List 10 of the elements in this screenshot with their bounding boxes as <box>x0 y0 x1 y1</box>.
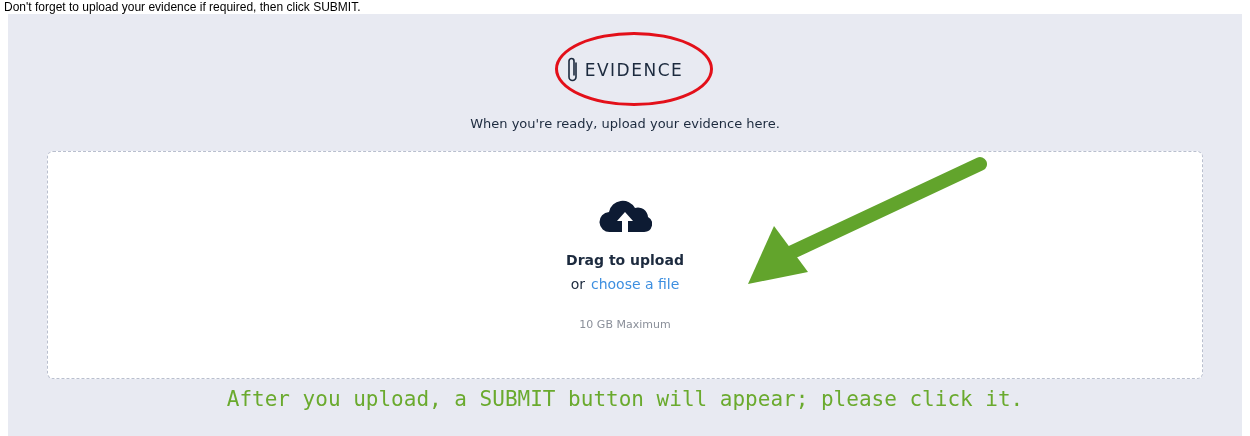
or-text: or <box>570 276 585 292</box>
cloud-upload-icon <box>598 198 652 234</box>
instruction-text: Don't forget to upload your evidence if required, then click SUBMIT. <box>3 0 362 14</box>
dropzone[interactable]: Drag to upload or choose a file 10 GB Maximum <box>47 151 1203 379</box>
instruction-text: When you're ready, upload your evidence here. <box>470 116 780 131</box>
dropzone-heading: Drag to upload <box>566 252 684 268</box>
paperclip-icon <box>566 56 579 84</box>
section-title: EVIDENCE <box>584 60 684 80</box>
size-limit-text: 10 GB Maximum <box>579 318 671 331</box>
note-text: After you upload, a SUBMIT button will appear; please click it. <box>226 387 1024 411</box>
